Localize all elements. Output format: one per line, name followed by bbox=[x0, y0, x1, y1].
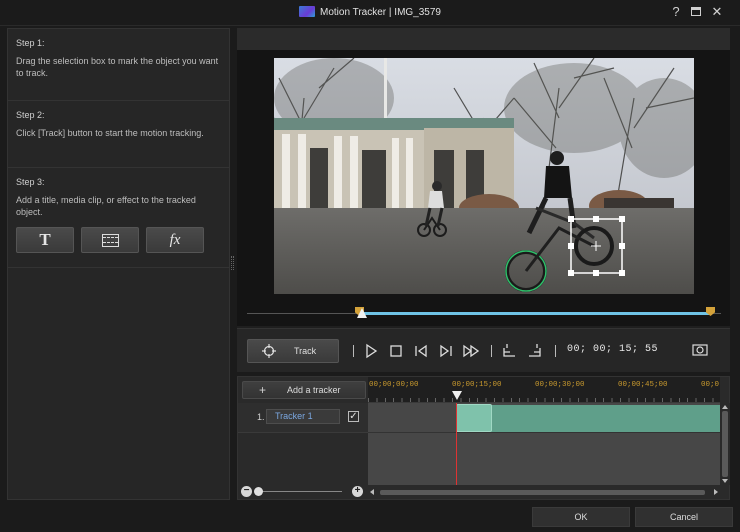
trim-scrubber[interactable] bbox=[237, 304, 730, 322]
app-logo-icon bbox=[299, 6, 315, 17]
add-title-button[interactable]: T bbox=[16, 227, 74, 253]
step-2-heading: Step 2: bbox=[16, 110, 45, 120]
scrub-range bbox=[360, 312, 710, 315]
step-3-text: Add a title, media clip, or effect to th… bbox=[16, 195, 196, 217]
play-icon[interactable] bbox=[363, 343, 379, 359]
window-title: Motion Tracker | IMG_3579 bbox=[320, 7, 441, 18]
step-2: Step 2: Click [Track] button to start th… bbox=[8, 101, 229, 168]
add-media-clip-button[interactable] bbox=[81, 227, 139, 253]
fx-icon: fx bbox=[169, 232, 181, 248]
ruler-ticks bbox=[368, 398, 720, 402]
separator bbox=[555, 345, 556, 357]
video-frame bbox=[274, 58, 694, 294]
step-2-text: Click [Track] button to start the motion… bbox=[16, 128, 204, 138]
step-3: Step 3: Add a title, media clip, or effe… bbox=[8, 168, 229, 268]
steps-panel: Step 1: Drag the selection box to mark t… bbox=[7, 28, 230, 500]
scroll-left-icon[interactable] bbox=[370, 489, 374, 495]
maximize-button[interactable] bbox=[688, 4, 704, 20]
window-title-wrap: Motion Tracker | IMG_3579 bbox=[0, 6, 740, 18]
crosshair-icon bbox=[262, 344, 276, 358]
tracker-lane[interactable] bbox=[368, 403, 720, 433]
add-tracker-button[interactable]: + Add a tracker bbox=[242, 381, 366, 399]
title-icon: T bbox=[39, 230, 51, 249]
panel-resize-grip[interactable] bbox=[231, 256, 234, 270]
help-button[interactable]: ? bbox=[668, 4, 684, 20]
add-object-buttons: T fx bbox=[16, 227, 221, 253]
zoom-slider-knob[interactable] bbox=[254, 487, 263, 496]
mark-in-icon[interactable] bbox=[501, 343, 517, 359]
snapshot-icon[interactable] bbox=[692, 343, 708, 357]
vertical-scrollbar[interactable] bbox=[720, 403, 730, 485]
add-tracker-label: Add a tracker bbox=[287, 385, 341, 395]
step-1-text: Drag the selection box to mark the objec… bbox=[16, 56, 219, 78]
tracker-name-field[interactable]: Tracker 1 bbox=[266, 409, 340, 424]
timeline-ruler[interactable]: 00;00;00;00 00;00;15;00 00;00;30;00 00;0… bbox=[368, 377, 720, 403]
scroll-up-icon[interactable] bbox=[722, 405, 728, 409]
tracked-range bbox=[456, 405, 720, 432]
tracker-enable-checkbox[interactable]: ✓ bbox=[348, 411, 359, 422]
tracker-clip[interactable] bbox=[456, 404, 492, 432]
step-1-heading: Step 1: bbox=[16, 38, 45, 48]
empty-lane-area bbox=[368, 433, 720, 485]
add-effect-button[interactable]: fx bbox=[146, 227, 204, 253]
playback-controls: Track 00; 00; 15; 55 bbox=[237, 328, 730, 372]
mark-out-icon[interactable] bbox=[527, 343, 543, 359]
preview-panel: Track 00; 00; 15; 55 bbox=[237, 28, 730, 372]
ruler-label: 00;00;45;00 bbox=[618, 381, 668, 389]
preview-toolbar bbox=[237, 28, 730, 50]
horizontal-scrollbar[interactable] bbox=[368, 487, 720, 497]
previous-frame-icon[interactable] bbox=[413, 343, 429, 359]
scroll-right-icon[interactable] bbox=[714, 489, 718, 495]
track-button[interactable]: Track bbox=[247, 339, 339, 363]
clip-icon bbox=[101, 233, 119, 247]
next-frame-icon[interactable] bbox=[438, 343, 454, 359]
close-button[interactable]: ✕ bbox=[709, 4, 725, 20]
timecode-display: 00; 00; 15; 55 bbox=[567, 344, 659, 355]
step-3-heading: Step 3: bbox=[16, 177, 45, 187]
separator bbox=[353, 345, 354, 357]
ruler-label: 00;00;30;00 bbox=[535, 381, 585, 389]
ok-button[interactable]: OK bbox=[532, 507, 630, 527]
maximize-icon bbox=[691, 7, 701, 16]
scroll-thumb[interactable] bbox=[380, 490, 705, 495]
tracker-row-header: 1. Tracker 1 ✓ bbox=[238, 403, 368, 433]
ruler-label: 00;00;15;00 bbox=[452, 381, 502, 389]
ruler-label: 00;00;00;00 bbox=[369, 381, 419, 389]
timeline-panel: + Add a tracker 00;00;00;00 00;00;15;00 … bbox=[237, 376, 730, 500]
video-preview[interactable] bbox=[274, 58, 694, 294]
tracker-index: 1. bbox=[257, 412, 265, 422]
zoom-out-icon[interactable]: − bbox=[241, 486, 252, 497]
zoom-in-icon[interactable]: + bbox=[352, 486, 363, 497]
scroll-thumb[interactable] bbox=[722, 411, 728, 477]
timeline-playhead-line bbox=[456, 403, 457, 485]
track-button-label: Track bbox=[294, 346, 317, 356]
stop-icon[interactable] bbox=[388, 343, 404, 359]
fast-forward-icon[interactable] bbox=[463, 343, 479, 359]
plus-icon: + bbox=[259, 383, 267, 397]
step-1: Step 1: Drag the selection box to mark t… bbox=[8, 29, 229, 101]
separator bbox=[491, 345, 492, 357]
zoom-control: − + bbox=[238, 485, 368, 499]
preview-area bbox=[237, 50, 730, 326]
ruler-label: 00;0 bbox=[701, 381, 720, 389]
cancel-button[interactable]: Cancel bbox=[635, 507, 733, 527]
timeline-header: + Add a tracker bbox=[238, 377, 368, 403]
title-bar: Motion Tracker | IMG_3579 ? ✕ bbox=[0, 0, 740, 26]
zoom-slider-track[interactable] bbox=[256, 491, 342, 492]
scroll-down-icon[interactable] bbox=[722, 479, 728, 483]
